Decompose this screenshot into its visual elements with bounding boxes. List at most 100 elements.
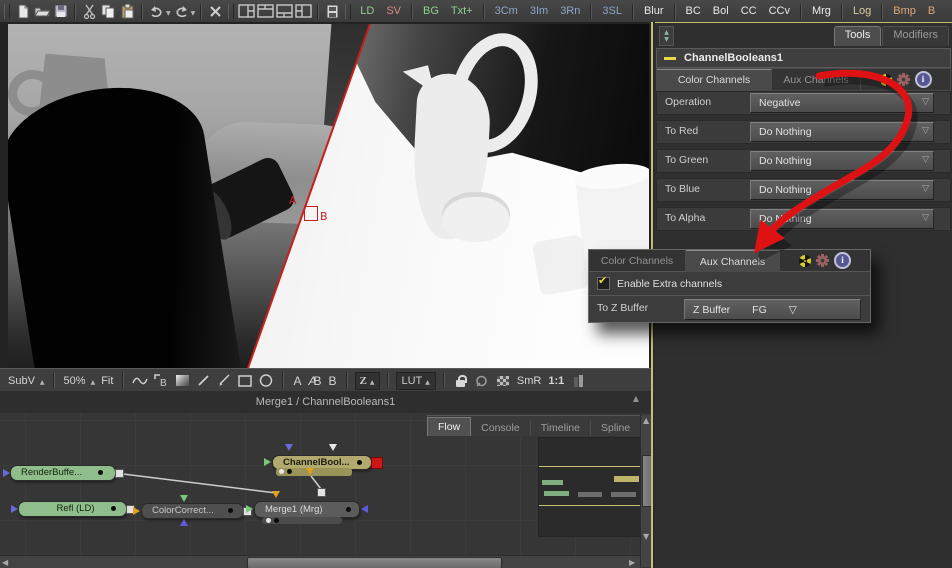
input-port[interactable]	[133, 507, 140, 515]
paste-icon[interactable]	[119, 3, 136, 19]
tool-shortcut-button[interactable]: BG	[417, 1, 445, 21]
cut-icon[interactable]	[81, 3, 98, 19]
control-dropdown[interactable]: Negative ▽	[750, 93, 934, 113]
node-refl[interactable]: Refl (LD)	[11, 501, 135, 517]
tab-color-channels[interactable]: Color Channels	[589, 250, 686, 271]
aux-input-port[interactable]	[329, 444, 337, 451]
tab-flow[interactable]: Flow	[427, 417, 472, 436]
tool-shortcut-button[interactable]: BC	[680, 1, 707, 21]
foreground-input-port[interactable]	[272, 491, 280, 498]
mask-input-port[interactable]	[180, 495, 188, 502]
gear-icon[interactable]	[816, 254, 829, 267]
scroll-down-icon[interactable]: ▼	[643, 533, 649, 541]
scroll-left-icon[interactable]: ◀	[2, 559, 8, 567]
collapse-arrow-icon[interactable]: ▲	[633, 394, 639, 403]
radioactive-icon[interactable]	[879, 73, 892, 86]
flow-navigator[interactable]	[538, 437, 642, 537]
open-file-icon[interactable]	[33, 3, 50, 19]
buffer-ab-button[interactable]: AB	[306, 374, 323, 388]
z-buffer-dropdown[interactable]: Z Buffer FG ▽	[684, 299, 861, 320]
save-file-icon[interactable]	[52, 3, 69, 19]
hscroll-thumb[interactable]	[247, 557, 502, 568]
copy-icon[interactable]	[100, 3, 117, 19]
tool-shortcut-button[interactable]: 3Im	[524, 1, 554, 21]
output-port[interactable]	[317, 488, 326, 497]
z-channel-selector[interactable]: Z ▲	[354, 371, 381, 390]
redo-dropdown-arrow[interactable]: ▼	[191, 10, 196, 17]
info-icon[interactable]: i	[914, 71, 932, 88]
flow-horizontal-scrollbar[interactable]: ◀ ▶	[0, 555, 640, 568]
output-port[interactable]	[115, 469, 124, 478]
tool-header[interactable]: ChannelBooleans1	[656, 48, 951, 68]
mask-input-port[interactable]	[361, 505, 368, 513]
tool-shortcut-button[interactable]: Bmp	[887, 1, 922, 21]
levels-icon[interactable]	[569, 372, 587, 389]
info-icon[interactable]: i	[834, 252, 851, 269]
tab-aux-channels[interactable]: Aux Channels	[772, 69, 861, 90]
tool-shortcut-button[interactable]: CC	[735, 1, 763, 21]
tool-shortcut-button[interactable]: Log	[847, 1, 877, 21]
scroll-right-icon[interactable]: ▶	[629, 559, 635, 567]
input-port[interactable]	[11, 505, 18, 513]
spline-wave-icon[interactable]	[131, 372, 149, 389]
subview-button[interactable]: SubV	[6, 375, 37, 387]
gear-icon[interactable]	[896, 73, 910, 86]
enable-extra-channels-checkbox[interactable]: ✔	[597, 274, 610, 290]
aux-input-port[interactable]	[180, 519, 188, 526]
scroll-up-icon[interactable]: ▲	[643, 417, 649, 425]
zoom-level[interactable]: 50%	[62, 375, 88, 387]
delete-icon[interactable]	[207, 3, 224, 19]
subview-dropdown-arrow[interactable]: ▲	[40, 379, 45, 386]
tool-shortcut-button[interactable]: 3Rn	[554, 1, 586, 21]
background-input-port[interactable]	[246, 505, 253, 513]
refresh-icon[interactable]	[473, 372, 491, 389]
line-tool-icon[interactable]	[194, 372, 212, 389]
lock-icon[interactable]	[452, 372, 470, 389]
zoom-dropdown-arrow[interactable]: ▲	[91, 379, 96, 386]
panel-spinner[interactable]: ▲ ▼	[659, 26, 674, 46]
wipe-handle[interactable]	[304, 206, 318, 221]
tool-shortcut-button[interactable]: Blur	[638, 1, 670, 21]
tool-shortcut-button[interactable]: Bol	[707, 1, 735, 21]
layout-d-icon[interactable]	[295, 3, 312, 19]
vscroll-thumb[interactable]	[642, 455, 651, 507]
node-colorcorrect[interactable]: ColorCorrect...	[133, 495, 252, 526]
undo-dropdown-arrow[interactable]: ▼	[166, 10, 171, 17]
layout-a-icon[interactable]	[238, 3, 255, 19]
tool-shortcut-button[interactable]: SV	[380, 1, 407, 21]
radioactive-icon[interactable]	[799, 254, 811, 267]
undo-icon[interactable]	[148, 3, 165, 19]
effect-mask-port[interactable]	[306, 468, 314, 475]
tool-shortcut-button[interactable]: CCv	[763, 1, 796, 21]
layout-b-icon[interactable]	[257, 3, 274, 19]
tab-color-channels[interactable]: Color Channels	[657, 69, 772, 90]
control-dropdown[interactable]: Do Nothing ▽	[750, 180, 934, 200]
tab-aux-channels[interactable]: Aux Channels	[686, 250, 780, 272]
ellipse-tool-icon[interactable]	[257, 372, 275, 389]
gradient-icon[interactable]	[173, 372, 191, 389]
tool-shortcut-button[interactable]: Mrg	[806, 1, 837, 21]
viewer-image[interactable]: A B	[8, 24, 649, 368]
tool-shortcut-button[interactable]: Txt+	[445, 1, 479, 21]
aux-input-port[interactable]	[285, 444, 293, 451]
buffer-b-button[interactable]: B	[326, 374, 338, 388]
layout-c-icon[interactable]	[276, 3, 293, 19]
control-dropdown[interactable]: Do Nothing ▽	[750, 209, 934, 229]
tool-shortcut-button[interactable]: 3SL	[596, 1, 628, 21]
collapse-dash-icon[interactable]	[664, 56, 676, 60]
node-renderbuffer[interactable]: RenderBuffe...	[3, 465, 124, 481]
checker-icon[interactable]	[494, 372, 512, 389]
tab-tools[interactable]: Tools	[833, 26, 882, 46]
selected-output-port[interactable]	[371, 457, 383, 469]
control-dropdown[interactable]: Do Nothing ▽	[750, 151, 934, 171]
new-file-icon[interactable]	[14, 3, 31, 19]
flow-editor[interactable]: RenderBuffe... Refl (LD) ColorCorrect...…	[0, 413, 651, 568]
roi-icon[interactable]: B	[152, 372, 170, 389]
tool-shortcut-button[interactable]: LD	[354, 1, 380, 21]
input-port[interactable]	[264, 458, 271, 466]
buffer-a-button[interactable]: A	[291, 374, 303, 388]
rectangle-tool-icon[interactable]	[236, 372, 254, 389]
fit-button[interactable]: Fit	[99, 375, 115, 387]
tab-timeline[interactable]: Timeline	[531, 420, 591, 436]
control-dropdown[interactable]: Do Nothing ▽	[750, 122, 934, 142]
